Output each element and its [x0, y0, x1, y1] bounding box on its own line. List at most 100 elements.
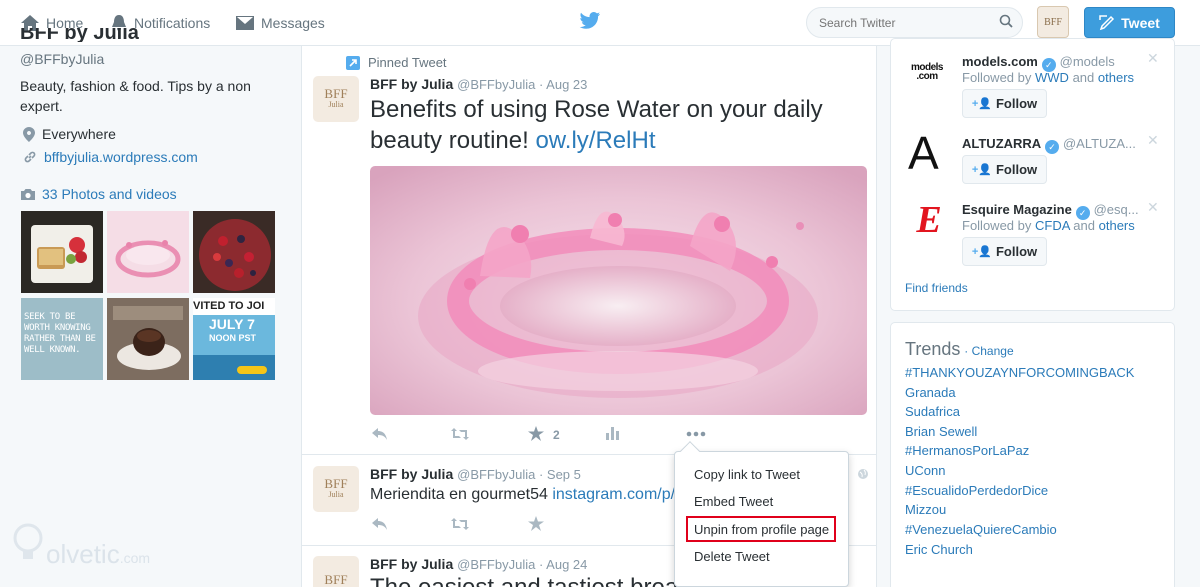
favorite-star-icon[interactable] — [528, 426, 544, 441]
tweet-handle-date[interactable]: @BFFbyJulia · Aug 24 — [457, 557, 587, 572]
delete-tweet-menu-item[interactable]: Delete Tweet — [694, 549, 770, 564]
trends-change-link[interactable]: · Change — [964, 344, 1013, 358]
dismiss-icon[interactable]: ✕ — [1147, 50, 1159, 67]
retweet-icon[interactable] — [451, 428, 469, 440]
pinned-tweet-header: Pinned Tweet — [346, 55, 447, 70]
avatar-sub: Julia — [328, 100, 344, 109]
trend-item[interactable]: Mizzou — [905, 502, 946, 517]
search-icon[interactable] — [999, 14, 1013, 28]
trend-item[interactable]: #HermanosPorLaPaz — [905, 443, 1029, 458]
avatar-text: BFF — [324, 476, 348, 491]
tweet-avatar[interactable]: BFF — [313, 556, 359, 587]
photos-videos-link[interactable]: 33 Photos and videos — [20, 186, 177, 202]
trends-title: Trends — [905, 339, 961, 359]
photo-thumbnail[interactable] — [107, 211, 189, 293]
more-options-icon[interactable] — [686, 431, 706, 437]
esquire-logo: E — [907, 198, 951, 242]
trend-item[interactable]: #EscualidoPerdedorDice — [905, 483, 1048, 498]
pinned-label: Pinned Tweet — [368, 55, 447, 70]
photo-thumbnail[interactable] — [193, 211, 275, 293]
trend-item[interactable]: Granada — [905, 385, 956, 400]
location-text: Everywhere — [42, 126, 116, 142]
tweet-author-name[interactable]: BFF by Julia — [370, 466, 453, 482]
followed-by-text: Followed by CFDA and others — [962, 218, 1135, 233]
followed-by-prefix: Followed by — [962, 218, 1032, 233]
favorite-count: 2 — [553, 428, 560, 442]
find-friends-link[interactable]: Find friends — [905, 281, 968, 295]
tweet-author-name[interactable]: BFF by Julia — [370, 76, 453, 92]
reply-icon[interactable] — [372, 427, 388, 441]
models-logo: models .com — [910, 62, 944, 82]
tweet-text: Meriendita en gourmet54 instagram.com/p/ — [370, 486, 675, 504]
profile-handle[interactable]: @BFFbyJulia — [20, 51, 104, 67]
watermark-text: olvetic — [46, 539, 120, 569]
suggestion-handle[interactable]: @models — [1060, 54, 1115, 69]
suggestion-handle[interactable]: @esq... — [1094, 202, 1139, 217]
photo-thumbnail[interactable] — [21, 211, 103, 293]
followed-by-prefix: Followed by — [962, 70, 1032, 85]
dismiss-icon[interactable]: ✕ — [1147, 132, 1159, 149]
tweet-header: BFF by Julia @BFFbyJulia · Aug 23 — [370, 76, 587, 92]
trend-item[interactable]: UConn — [905, 463, 945, 478]
event-image-time: NOON PST — [209, 333, 257, 343]
search-input[interactable] — [806, 7, 1023, 38]
profile-bio: Beauty, fashion & food. Tips by a non ex… — [20, 78, 251, 114]
trend-item[interactable]: #THANKYOUZAYNFORCOMINGBACK — [905, 365, 1134, 380]
tweet-link[interactable]: instagram.com/p/ — [552, 486, 675, 503]
suggestion-handle[interactable]: @ALTUZA... — [1063, 136, 1136, 151]
reply-icon[interactable] — [372, 517, 388, 531]
followed-by-link[interactable]: CFDA — [1035, 218, 1070, 233]
suggestion-name[interactable]: ALTUZARRA — [962, 136, 1041, 151]
chocolate-dessert-image — [107, 298, 189, 380]
twitter-bird-icon[interactable] — [579, 11, 601, 31]
photo-thumbnail[interactable]: SEEK TO BE WORTH KNOWING RATHER THAN BE … — [21, 298, 103, 380]
tweet-avatar[interactable]: BFF Julia — [313, 466, 359, 512]
avatar-text: BFF — [324, 571, 348, 587]
watermark-logo: olvetic .com — [12, 518, 150, 570]
photo-thumbnail[interactable] — [107, 298, 189, 380]
photos-link-label: 33 Photos and videos — [42, 186, 177, 202]
followed-by-others[interactable]: others — [1099, 218, 1135, 233]
follow-button[interactable]: +👤 Follow — [962, 155, 1047, 184]
suggestion-name[interactable]: models.com — [962, 54, 1038, 69]
tweet-handle-date[interactable]: @BFFbyJulia · Aug 23 — [457, 77, 587, 92]
follow-button[interactable]: +👤 Follow — [962, 237, 1047, 266]
copy-link-menu-item[interactable]: Copy link to Tweet — [694, 467, 800, 482]
follow-label: Follow — [995, 244, 1038, 259]
event-image-text: VITED TO JOI — [193, 300, 265, 312]
trend-item[interactable]: Sudafrica — [905, 404, 960, 419]
followed-by-and: and — [1073, 218, 1095, 233]
retweet-icon[interactable] — [451, 518, 469, 530]
dismiss-icon[interactable]: ✕ — [1147, 199, 1159, 216]
berry-tart-image — [193, 211, 275, 293]
tweet-text: Benefits of using Rose Water on your dai… — [370, 94, 860, 156]
favorite-star-icon[interactable] — [528, 516, 544, 531]
tweet-link[interactable]: ow.ly/RelHt — [535, 127, 655, 154]
analytics-icon[interactable] — [606, 427, 620, 440]
trend-item[interactable]: Brian Sewell — [905, 424, 977, 439]
profile-website[interactable]: bffbyjulia.wordpress.com — [23, 149, 198, 165]
avatar-text: BFF — [324, 86, 348, 101]
camera-icon — [21, 188, 35, 200]
profile-name: BFF by Julia — [20, 28, 139, 42]
add-user-icon: +👤 — [971, 98, 992, 110]
unpin-menu-item[interactable]: Unpin from profile page — [694, 522, 829, 537]
tweet-author-name[interactable]: BFF by Julia — [370, 556, 453, 572]
compose-tweet-button[interactable]: Tweet — [1084, 7, 1175, 38]
followed-by-link[interactable]: WWD — [1035, 70, 1069, 85]
nav-messages[interactable]: Messages — [235, 0, 325, 46]
photo-thumbnail[interactable]: VITED TO JOI JULY 7 NOON PST — [193, 298, 275, 380]
user-avatar[interactable]: BFF — [1037, 6, 1069, 38]
suggestion-name[interactable]: Esquire Magazine — [962, 202, 1072, 217]
embed-tweet-menu-item[interactable]: Embed Tweet — [694, 494, 773, 509]
followed-by-others[interactable]: others — [1098, 70, 1134, 85]
trend-item[interactable]: #VenezuelaQuiereCambio — [905, 522, 1057, 537]
pin-icon — [346, 55, 360, 70]
website-link[interactable]: bffbyjulia.wordpress.com — [44, 149, 198, 165]
tweet-media-image[interactable] — [370, 166, 867, 415]
trend-item[interactable]: Eric Church — [905, 542, 973, 557]
tweet-handle-date[interactable]: @BFFbyJulia · Sep 5 — [457, 467, 581, 482]
watermark-suffix: .com — [119, 550, 151, 566]
tweet-avatar[interactable]: BFF Julia — [313, 76, 359, 122]
follow-button[interactable]: +👤 Follow — [962, 89, 1047, 118]
